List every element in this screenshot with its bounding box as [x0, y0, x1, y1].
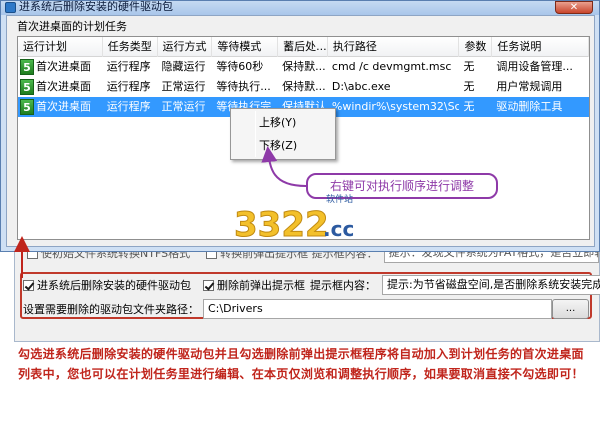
column-header[interactable]: 蓄后处...: [278, 37, 328, 57]
row-path: D:\abc.exe: [331, 80, 391, 93]
row-param: 无: [463, 100, 475, 113]
prompt-content-field[interactable]: 提示:为节省磁盘空间,是否删除系统安装完成的硬件驱: [382, 275, 600, 295]
column-header[interactable]: 等待模式: [212, 37, 279, 57]
delete-driver-checkbox[interactable]: [23, 279, 34, 291]
row-type: 运行程序: [106, 60, 151, 73]
row-plan: 首次进桌面: [36, 80, 91, 93]
window-title: 进系统后删除安装的硬件驱动包: [19, 1, 173, 13]
logo-tld: .cc: [323, 217, 354, 241]
row-path: cmd /c devmgmt.msc: [331, 60, 452, 73]
watermark-site: 软件站: [326, 195, 354, 205]
logo-number: 3322: [234, 205, 329, 245]
watermark-logo: 3322 .cc 软件站: [232, 195, 368, 246]
row-type: 运行程序: [106, 100, 151, 113]
row-param: 无: [463, 80, 475, 93]
row-type: 运行程序: [106, 80, 151, 93]
column-header[interactable]: 执行路径: [328, 37, 460, 57]
list-header: 运行计划 任务类型 运行方式 等待模式 蓄后处... 执行路径 参数 任务说明: [18, 37, 589, 57]
row-wait: 等待60秒: [216, 60, 264, 73]
column-header[interactable]: 参数: [459, 37, 493, 57]
title-bar: 进系统后删除安装的硬件驱动包 ✕: [1, 1, 599, 15]
row-after: 保持默...: [282, 80, 326, 93]
row-wait: 等待执行...: [216, 80, 271, 93]
row-plan: 首次进桌面: [36, 100, 91, 113]
table-row[interactable]: 5 首次进桌面 运行程序 隐藏运行 等待60秒 保持默... cmd /c dev…: [18, 57, 589, 77]
column-header[interactable]: 运行计划: [18, 37, 103, 57]
prompt-content-label: 提示框内容：: [310, 279, 376, 292]
row-after: 保持默...: [282, 60, 326, 73]
folder-label: 设置需要删除的驱动包文件夹路径：: [23, 303, 199, 316]
row-desc: 驱动删除工具: [496, 100, 563, 113]
close-button[interactable]: ✕: [555, 1, 593, 14]
row-path: %windir%\system32\Sccd.exe: [331, 100, 460, 113]
row-desc: 用户常规调用: [496, 80, 563, 93]
settings-panel: 使初始文件系统转换NTFS格式 转换前弹出提示框 提示框内容： 提示：发现文件系…: [14, 240, 600, 342]
task-number-icon: 5: [20, 99, 34, 115]
instruction-note: 勾选进系统后删除安装的硬件驱动包并且勾选删除前弹出提示框程序将自动加入到计划任务…: [18, 347, 584, 381]
browse-button[interactable]: ...: [552, 299, 589, 319]
row-plan: 首次进桌面: [36, 60, 91, 73]
folder-path-input[interactable]: C:\Drivers: [203, 299, 552, 319]
menu-item-move-up[interactable]: 上移(Y): [259, 113, 296, 133]
delete-prompt-label: 删除前弹出提示框: [217, 279, 305, 292]
delete-driver-label: 进系统后删除安装的硬件驱动包: [37, 279, 191, 292]
column-header[interactable]: 运行方式: [158, 37, 213, 57]
group-title: 首次进桌面的计划任务: [17, 20, 127, 33]
column-header[interactable]: 任务类型: [103, 37, 158, 57]
context-menu: 上移(Y) 下移(Z): [230, 108, 336, 160]
table-row[interactable]: 5 首次进桌面 运行程序 正常运行 等待执行... 保持默... D:\abc.e…: [18, 77, 589, 97]
delete-prompt-checkbox[interactable]: [203, 279, 214, 291]
folder-row: 设置需要删除的驱动包文件夹路径： C:\Drivers: [23, 299, 552, 319]
column-header[interactable]: 任务说明: [492, 37, 589, 57]
row-desc: 调用设备管理...: [496, 60, 573, 73]
row-mode: 正常运行: [161, 100, 206, 113]
task-number-icon: 5: [20, 59, 34, 75]
menu-gutter: [255, 111, 256, 157]
row-mode: 正常运行: [161, 80, 206, 93]
row-param: 无: [463, 60, 475, 73]
delete-driver-row: 进系统后删除安装的硬件驱动包 删除前弹出提示框 提示框内容： 提示:为节省磁盘空…: [23, 275, 600, 295]
menu-item-move-down[interactable]: 下移(Z): [259, 136, 297, 156]
app-icon: [5, 2, 16, 13]
task-number-icon: 5: [20, 79, 34, 95]
row-mode: 隐藏运行: [161, 60, 206, 73]
